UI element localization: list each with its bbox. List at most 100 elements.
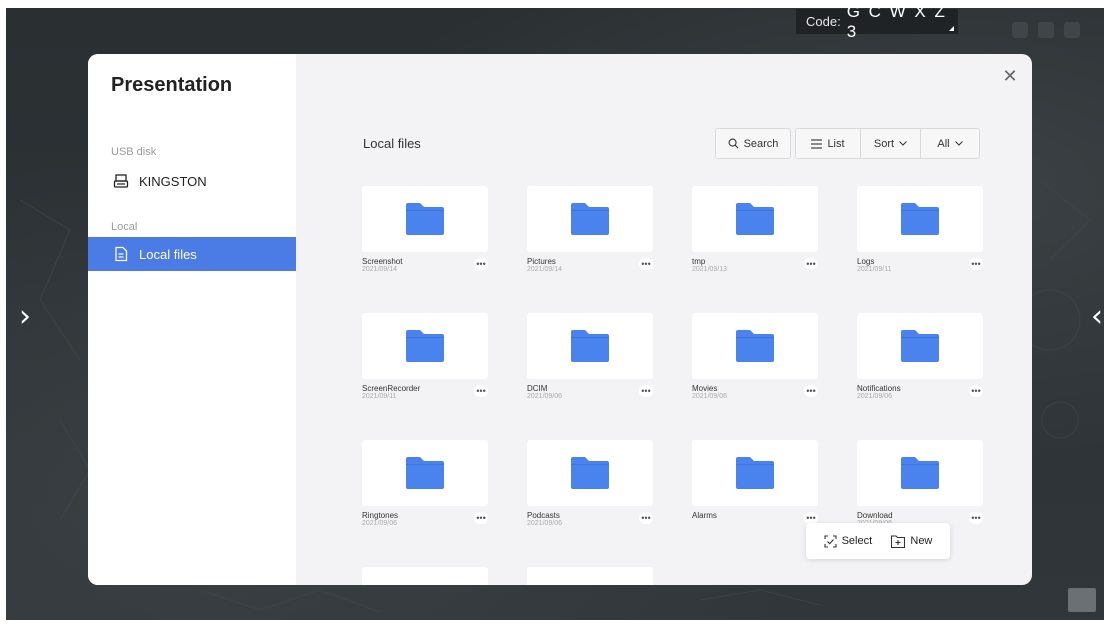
folder-thumbnail[interactable] — [692, 186, 818, 252]
new-folder-icon — [891, 534, 906, 548]
file-tile[interactable]: Alarms ••• — [692, 440, 818, 524]
file-date: 2021/09/14 — [362, 266, 398, 273]
more-options-icon[interactable]: ••• — [474, 385, 488, 397]
folder-thumbnail[interactable] — [527, 440, 653, 506]
add-icon[interactable] — [1064, 22, 1080, 38]
file-tile[interactable] — [527, 567, 653, 585]
folder-icon — [406, 457, 444, 489]
file-date: 2021/09/06 — [362, 520, 398, 527]
more-options-icon[interactable]: ••• — [804, 258, 818, 270]
file-tile[interactable]: Podcasts 2021/09/06 ••• — [527, 440, 653, 527]
folder-thumbnail[interactable] — [362, 186, 488, 252]
search-label: Search — [743, 137, 779, 150]
folder-thumbnail[interactable] — [692, 313, 818, 379]
file-name: Ringtones — [362, 511, 399, 520]
sidebar-item-label: Local files — [139, 246, 197, 262]
more-options-icon[interactable]: ••• — [804, 385, 818, 397]
file-name: Notifications — [857, 384, 901, 393]
file-date: 2021/09/11 — [857, 266, 892, 273]
sidebar: Presentation USB disk KINGSTON Local Loc… — [88, 54, 296, 585]
file-tile[interactable]: Ringtones 2021/09/06 ••• — [362, 440, 488, 527]
expand-left-arrow-icon[interactable]: › — [10, 296, 40, 336]
file-browser: ✕ Local files Search List Sort All Scree… — [296, 54, 1032, 585]
file-tile[interactable]: Notifications 2021/09/06 ••• — [857, 313, 983, 400]
file-name: Alarms — [692, 511, 717, 520]
list-icon — [811, 138, 823, 149]
screen-border-bottom — [0, 620, 1104, 626]
file-date: 2021/09/11 — [362, 393, 397, 400]
select-button[interactable]: Select — [824, 534, 873, 548]
more-options-icon[interactable]: ••• — [969, 512, 983, 524]
file-date: 2021/09/06 — [527, 393, 563, 400]
filter-dropdown[interactable]: All — [921, 128, 980, 159]
local-section-label: Local — [111, 221, 138, 233]
code-value: G C W X Z 3 — [846, 1, 947, 41]
file-tile[interactable]: Download 2021/09/06 ••• — [857, 440, 983, 527]
folder-icon — [901, 330, 939, 362]
file-tile[interactable]: Movies 2021/09/06 ••• — [692, 313, 818, 400]
folder-icon — [571, 457, 609, 489]
file-tile[interactable]: Pictures 2021/09/14 ••• — [527, 186, 653, 273]
new-label: New — [910, 535, 933, 547]
file-tile[interactable]: ScreenRecorder 2021/09/11 ••• — [362, 313, 488, 400]
file-tile[interactable]: tmp 2021/09/13 ••• — [692, 186, 818, 273]
window-icon[interactable] — [1038, 22, 1054, 38]
folder-icon — [736, 330, 774, 362]
folder-thumbnail[interactable] — [527, 567, 653, 585]
code-label: Code: — [806, 14, 841, 29]
file-name: ScreenRecorder — [362, 384, 421, 393]
more-options-icon[interactable]: ••• — [474, 512, 488, 524]
file-tile[interactable]: Screenshot 2021/09/14 ••• — [362, 186, 488, 273]
more-options-icon[interactable]: ••• — [474, 258, 488, 270]
usb-section-label: USB disk — [111, 146, 157, 158]
chevron-down-icon — [954, 141, 963, 146]
file-name: Podcasts — [527, 511, 560, 520]
sidebar-item-local-files[interactable]: Local files — [88, 237, 296, 271]
folder-thumbnail[interactable] — [362, 567, 488, 585]
settings-icon[interactable] — [1012, 22, 1028, 38]
file-date: 2021/09/14 — [527, 266, 563, 273]
file-name: Pictures — [527, 257, 556, 266]
sidebar-item-label: KINGSTON — [139, 173, 207, 189]
select-label: Select — [841, 535, 873, 547]
more-options-icon[interactable]: ••• — [969, 385, 983, 397]
folder-thumbnail[interactable] — [527, 186, 653, 252]
file-date: 2021/09/06 — [857, 393, 893, 400]
folder-icon — [901, 457, 939, 489]
folder-thumbnail[interactable] — [857, 186, 983, 252]
folder-thumbnail[interactable] — [362, 313, 488, 379]
connection-code-box: Code: G C W X Z 3 — [796, 2, 958, 41]
file-name: Movies — [692, 384, 718, 393]
expand-right-arrow-icon[interactable]: ‹ — [1082, 296, 1104, 336]
folder-thumbnail[interactable] — [527, 313, 653, 379]
file-tile[interactable]: DCIM 2021/09/06 ••• — [527, 313, 653, 400]
list-view-button[interactable]: List — [795, 128, 861, 159]
screen-border-left — [0, 0, 6, 626]
file-name: DCIM — [527, 384, 548, 393]
search-toolbar: Search — [715, 128, 791, 159]
folder-thumbnail[interactable] — [857, 440, 983, 506]
folder-thumbnail[interactable] — [692, 440, 818, 506]
more-options-icon[interactable]: ••• — [639, 512, 653, 524]
search-button[interactable]: Search — [715, 128, 791, 159]
close-icon[interactable]: ✕ — [1000, 66, 1020, 87]
presentation-dialog: Presentation USB disk KINGSTON Local Loc… — [88, 54, 1032, 585]
folder-icon — [406, 203, 444, 235]
folder-thumbnail[interactable] — [362, 440, 488, 506]
new-folder-button[interactable]: New — [891, 534, 933, 548]
folder-thumbnail[interactable] — [857, 313, 983, 379]
view-toolbar: List Sort All — [795, 128, 980, 159]
more-options-icon[interactable]: ••• — [639, 258, 653, 270]
file-name: Screenshot — [362, 257, 403, 266]
sort-dropdown[interactable]: Sort — [861, 128, 921, 159]
folder-icon — [571, 330, 609, 362]
folder-icon — [406, 330, 444, 362]
file-tile[interactable] — [362, 567, 488, 585]
sidebar-item-kingston[interactable]: KINGSTON — [88, 164, 296, 198]
file-name: Download — [857, 511, 893, 520]
file-tile[interactable]: Logs 2021/09/11 ••• — [857, 186, 983, 273]
filter-label: All — [937, 137, 950, 150]
more-options-icon[interactable]: ••• — [639, 385, 653, 397]
more-options-icon[interactable]: ••• — [969, 258, 983, 270]
search-icon — [728, 138, 739, 149]
